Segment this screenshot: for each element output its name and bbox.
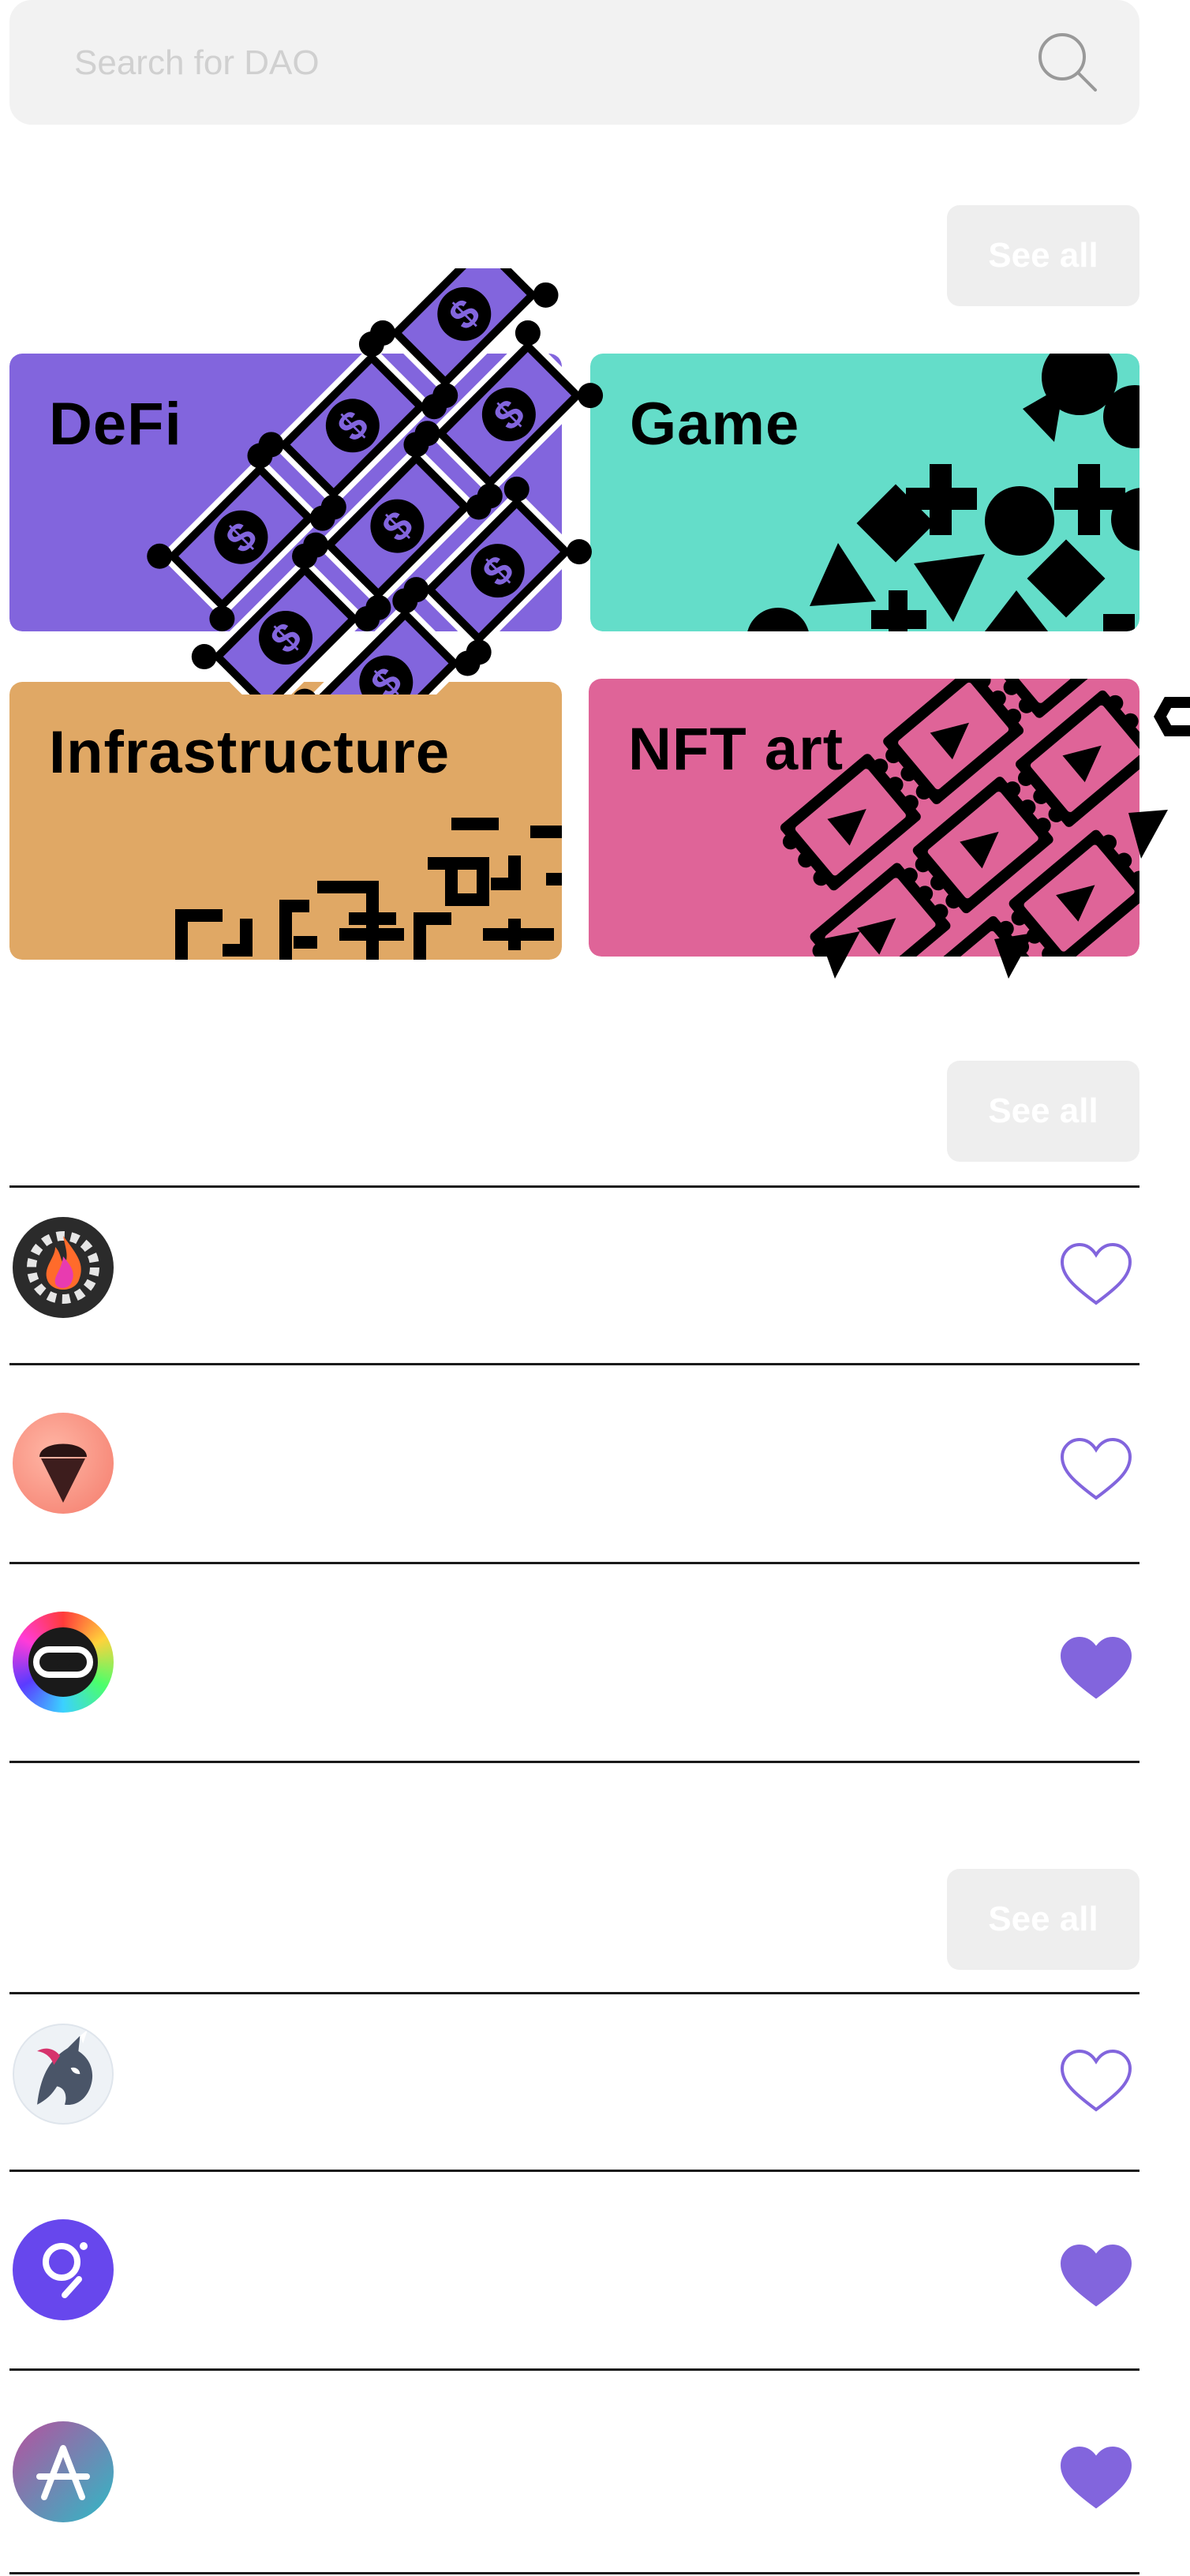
list-a-see-all-button[interactable]: See all bbox=[947, 1061, 1139, 1162]
favorite-heart-icon[interactable] bbox=[1059, 2243, 1133, 2309]
search-bar[interactable] bbox=[9, 0, 1139, 125]
favorite-heart-icon[interactable] bbox=[1059, 1436, 1133, 1503]
category-title: NFT art bbox=[628, 716, 844, 783]
favorite-heart-icon[interactable] bbox=[1059, 1635, 1133, 1702]
search-input[interactable] bbox=[73, 32, 1007, 95]
search-icon[interactable] bbox=[1035, 30, 1100, 95]
favorite-heart-icon[interactable] bbox=[1059, 2048, 1133, 2114]
list-item[interactable] bbox=[9, 1994, 1139, 2170]
unicorn-logo-icon bbox=[13, 2024, 114, 2125]
list-item[interactable] bbox=[9, 1564, 1139, 1763]
divider bbox=[9, 1761, 1139, 1763]
list-item[interactable] bbox=[9, 1365, 1139, 1564]
list-b-see-all-button[interactable]: See all bbox=[947, 1869, 1139, 1970]
aave-logo-icon bbox=[13, 2421, 114, 2522]
category-card-infrastructure[interactable]: Infrastructure bbox=[9, 682, 562, 960]
categories-see-all-button[interactable]: See all bbox=[947, 205, 1139, 306]
flame-gear-logo-icon bbox=[13, 1217, 114, 1318]
category-title: Infrastructure bbox=[49, 719, 451, 786]
category-title: Game bbox=[630, 391, 800, 458]
rainbow-loop-logo-icon bbox=[13, 1612, 114, 1713]
play-tickets-pattern-icon bbox=[772, 679, 1190, 979]
list-item[interactable] bbox=[9, 1188, 1139, 1363]
divider bbox=[9, 2572, 1139, 2574]
list-item[interactable] bbox=[9, 2371, 1139, 2574]
ice-cream-logo-icon bbox=[13, 1413, 114, 1514]
dollar-bills-pattern-icon: $ bbox=[142, 268, 742, 695]
list-item[interactable] bbox=[9, 2172, 1139, 2371]
graph-logo-icon bbox=[13, 2219, 114, 2320]
favorite-heart-icon[interactable] bbox=[1059, 2445, 1133, 2511]
favorite-heart-icon[interactable] bbox=[1059, 1241, 1133, 1308]
category-title: DeFi bbox=[49, 391, 182, 458]
